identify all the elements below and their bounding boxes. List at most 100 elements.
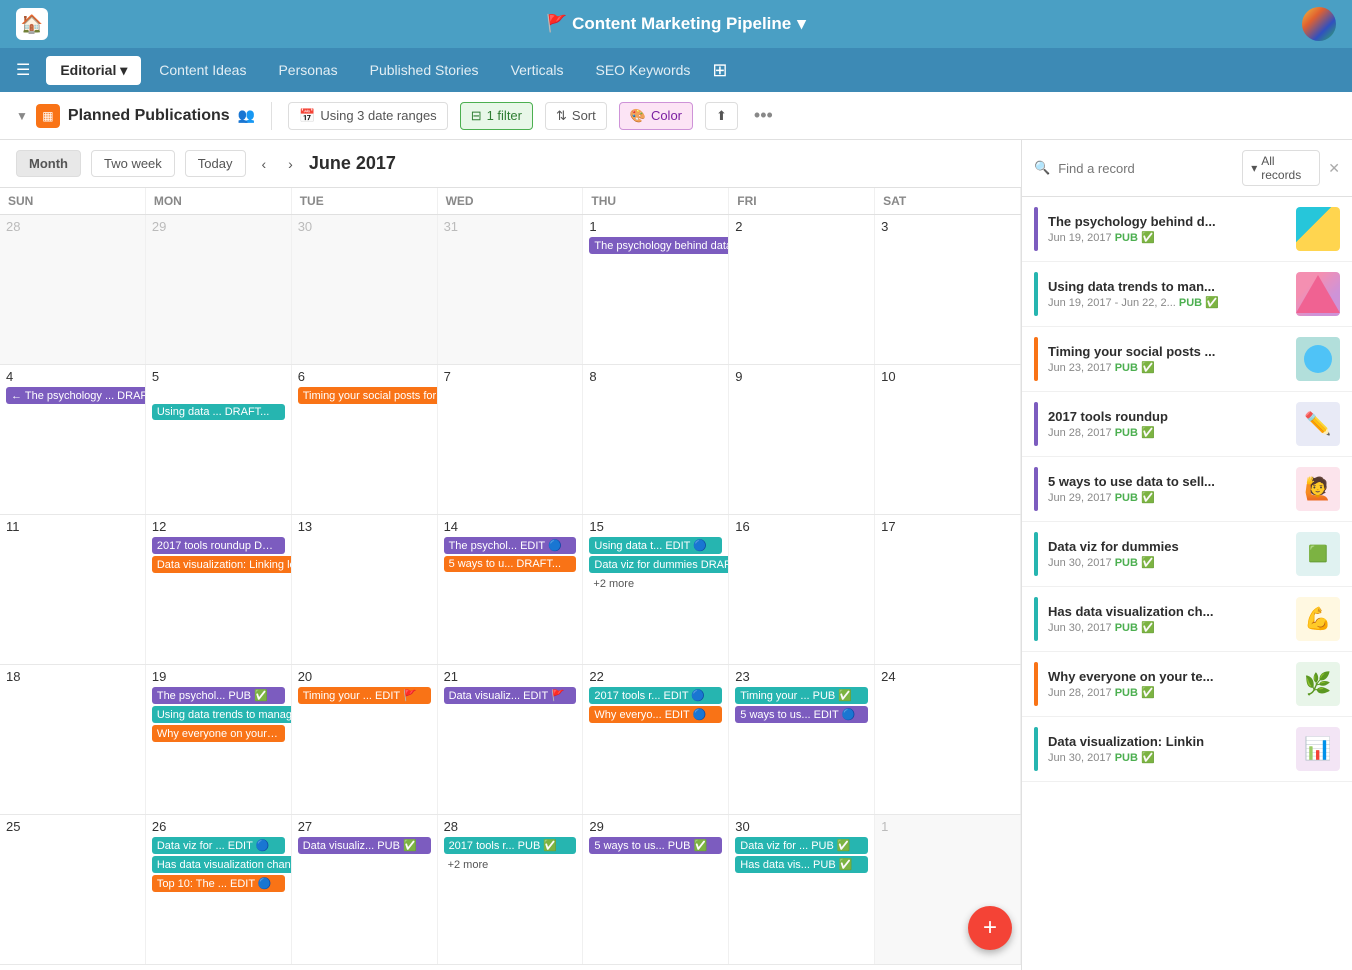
event-dataviz-dummies-pub[interactable]: Data viz for ... PUB ✅ — [735, 837, 868, 854]
item-title-9: Data visualization: Linkin — [1048, 734, 1286, 749]
header-thu: Thu — [583, 188, 729, 214]
more-link-w5[interactable]: +2 more — [444, 857, 493, 873]
event-dataviz-edit[interactable]: Data visualiz... EDIT 🚩 — [444, 687, 577, 704]
date-ranges-button[interactable]: 📅 Using 3 date ranges — [288, 102, 448, 130]
item-meta-5: Jun 29, 2017 PUB ✅ — [1048, 491, 1286, 504]
more-link-w3[interactable]: +2 more — [589, 576, 638, 592]
tab-personas[interactable]: Personas — [264, 56, 351, 84]
app-title-text: 🚩 Content Marketing Pipeline — [546, 14, 791, 34]
event-2017tools-draft[interactable]: 2017 tools roundup DRAFT 🚩 — [152, 537, 285, 554]
sidebar-item-9[interactable]: Data visualization: Linkin Jun 30, 2017 … — [1022, 717, 1352, 782]
tab-verticals[interactable]: Verticals — [497, 56, 578, 84]
event-dataviz-for-edit[interactable]: Data viz for ... EDIT 🔵 — [152, 837, 285, 854]
event-dataviz-pub[interactable]: Data visualiz... PUB ✅ — [298, 837, 431, 854]
month-view-btn[interactable]: Month — [16, 150, 81, 177]
event-5ways-pub[interactable]: 5 ways to us... PUB ✅ — [589, 837, 722, 854]
day-8: 8 — [583, 365, 729, 514]
app-title-arrow[interactable]: ▾ — [797, 14, 806, 34]
accent-bar-1 — [1034, 207, 1038, 251]
day-7: 7 — [438, 365, 584, 514]
add-tab-icon[interactable]: ⊞ — [712, 60, 727, 81]
day-29: 29 5 ways to us... PUB ✅ — [583, 815, 729, 964]
accent-bar-5 — [1034, 467, 1038, 511]
sidebar-item-4[interactable]: 2017 tools roundup Jun 28, 2017 PUB ✅ ✏️ — [1022, 392, 1352, 457]
day-14: 14 The psychol... EDIT 🔵 5 ways to u... … — [438, 515, 584, 664]
day-3-jun: 3 — [875, 215, 1021, 364]
event-why-everyone-draft[interactable]: Why everyone on your team need... DRAFT … — [152, 725, 285, 742]
event-psychol-pub[interactable]: The psychol... PUB ✅ — [152, 687, 285, 704]
search-input[interactable] — [1058, 161, 1234, 176]
event-using-trends-pub[interactable]: Using data trends to manage your merchan… — [152, 706, 292, 723]
item-thumb-1 — [1296, 207, 1340, 251]
avatar[interactable] — [1302, 7, 1336, 41]
sidebar-item-5[interactable]: 5 ways to use data to sell... Jun 29, 20… — [1022, 457, 1352, 522]
item-info-6: Data viz for dummies Jun 30, 2017 PUB ✅ — [1048, 539, 1286, 569]
item-thumb-9: 📊 — [1296, 727, 1340, 771]
tab-published-stories[interactable]: Published Stories — [356, 56, 493, 84]
event-why-everyo-edit[interactable]: Why everyo... EDIT 🔵 — [589, 706, 722, 723]
sidebar-item-6[interactable]: Data viz for dummies Jun 30, 2017 PUB ✅ … — [1022, 522, 1352, 587]
item-title-4: 2017 tools roundup — [1048, 409, 1286, 424]
tab-content-ideas[interactable]: Content Ideas — [145, 56, 260, 84]
sidebar-item-1[interactable]: The psychology behind d... Jun 19, 2017 … — [1022, 197, 1352, 262]
sidebar-close-btn[interactable]: ✕ — [1328, 160, 1340, 177]
header-tue: Tue — [292, 188, 438, 214]
item-info-2: Using data trends to man... Jun 19, 2017… — [1048, 279, 1286, 309]
tab-editorial[interactable]: Editorial ▾ — [46, 56, 141, 85]
day-10: 10 — [875, 365, 1021, 514]
header-fri: Fri — [729, 188, 875, 214]
two-week-view-btn[interactable]: Two week — [91, 150, 175, 177]
tab-seo-keywords[interactable]: SEO Keywords — [581, 56, 704, 84]
event-psychology-thu[interactable]: The psychology behind data viz DRAFT 🚩 — [589, 237, 729, 254]
app-header: 🏠 🚩 Content Marketing Pipeline ▾ — [0, 0, 1352, 48]
day-22: 22 2017 tools r... EDIT 🔵 Why everyo... … — [583, 665, 729, 814]
sidebar-item-7[interactable]: Has data visualization ch... Jun 30, 201… — [1022, 587, 1352, 652]
sidebar-item-8[interactable]: Why everyone on your te... Jun 28, 2017 … — [1022, 652, 1352, 717]
item-title-3: Timing your social posts ... — [1048, 344, 1286, 359]
sort-button[interactable]: ⇅ Sort — [545, 102, 607, 130]
day-11: 11 — [0, 515, 146, 664]
export-button[interactable]: ⬆ — [705, 102, 738, 130]
all-records-filter[interactable]: ▾ All records — [1242, 150, 1320, 186]
prev-month-btn[interactable]: ‹ — [256, 152, 273, 176]
item-meta-8: Jun 28, 2017 PUB ✅ — [1048, 686, 1286, 699]
event-dataviz-linking[interactable]: Data visualization: Linking left brain &… — [152, 556, 292, 573]
event-timing-edit[interactable]: Timing your ... EDIT 🚩 — [298, 687, 431, 704]
sidebar-item-2[interactable]: Using data trends to man... Jun 19, 2017… — [1022, 262, 1352, 327]
event-5ways-draft[interactable]: 5 ways to u... DRAFT... — [444, 556, 577, 572]
event-top10-edit[interactable]: Top 10: The ... EDIT 🔵 — [152, 875, 285, 892]
event-using-data-edit[interactable]: Using data t... EDIT 🔵 — [589, 537, 722, 554]
event-using-data-mon[interactable]: Using data ... DRAFT... — [152, 404, 285, 420]
event-timing-social[interactable]: Timing your social posts for success DRA… — [298, 387, 438, 404]
app-logo[interactable]: 🏠 — [16, 8, 48, 40]
today-btn[interactable]: Today — [185, 150, 246, 177]
item-meta-2: Jun 19, 2017 - Jun 22, 2... PUB ✅ — [1048, 296, 1286, 309]
item-thumb-7: 💪 — [1296, 597, 1340, 641]
event-5ways-edit[interactable]: 5 ways to us... EDIT 🔵 — [735, 706, 868, 723]
event-has-dataviz-changed[interactable]: Has data visualization changed the busin… — [152, 856, 292, 873]
accent-bar-4 — [1034, 402, 1038, 446]
hamburger-icon[interactable]: ☰ — [12, 56, 34, 84]
day-25: 25 — [0, 815, 146, 964]
event-2017tools-edit[interactable]: 2017 tools r... EDIT 🔵 — [589, 687, 722, 704]
event-timing-pub[interactable]: Timing your ... PUB ✅ — [735, 687, 868, 704]
more-options-icon[interactable]: ••• — [754, 105, 773, 126]
week-1: 28 29 30 31 1 The psychology behind data… — [0, 215, 1021, 365]
event-dataviz-dummies-draft[interactable]: Data viz for dummies DRAFT 🚩 — [589, 556, 729, 573]
event-psychology-sun[interactable]: ← The psychology ... DRAFT 🚩 — [6, 387, 146, 404]
event-has-dataviz-pub[interactable]: Has data vis... PUB ✅ — [735, 856, 868, 873]
header-sat: Sat — [875, 188, 1021, 214]
event-2017tools-pub[interactable]: 2017 tools r... PUB ✅ — [444, 837, 577, 854]
add-fab-button[interactable]: + — [968, 906, 1012, 950]
week-5: 25 26 Data viz for ... EDIT 🔵 Has data v… — [0, 815, 1021, 965]
item-info-8: Why everyone on your te... Jun 28, 2017 … — [1048, 669, 1286, 699]
event-psychol-edit[interactable]: The psychol... EDIT 🔵 — [444, 537, 577, 554]
item-title-8: Why everyone on your te... — [1048, 669, 1286, 684]
color-button[interactable]: 🎨 Color — [619, 102, 693, 130]
next-month-btn[interactable]: › — [282, 152, 299, 176]
collapse-icon[interactable]: ▼ — [16, 109, 28, 123]
people-icon[interactable]: 👥 — [238, 107, 255, 124]
filter-button[interactable]: ⊟ 1 filter — [460, 102, 533, 130]
accent-bar-3 — [1034, 337, 1038, 381]
sidebar-item-3[interactable]: Timing your social posts ... Jun 23, 201… — [1022, 327, 1352, 392]
